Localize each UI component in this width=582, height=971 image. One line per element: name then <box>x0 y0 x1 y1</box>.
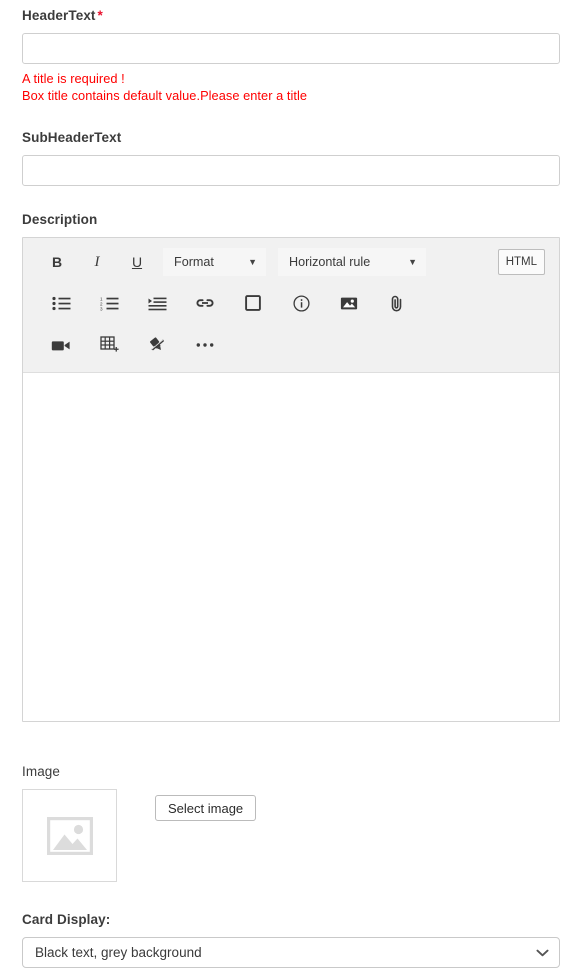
required-asterisk-icon: * <box>97 8 103 23</box>
description-field-group: Description B I U Format ▼ Horizontal ru… <box>22 212 560 722</box>
link-icon[interactable] <box>181 288 229 318</box>
box-icon[interactable] <box>229 288 277 318</box>
image-picker-row: Select image <box>22 789 560 882</box>
svg-text:3: 3 <box>100 306 103 311</box>
info-icon[interactable] <box>277 288 325 318</box>
header-text-label-text: HeaderText <box>22 8 96 23</box>
card-display-select[interactable]: Black text, grey background <box>22 937 560 968</box>
toolbar-row-3 <box>23 324 559 366</box>
header-text-input[interactable] <box>22 33 560 64</box>
header-text-label: HeaderText * <box>22 8 560 24</box>
insert-table-icon[interactable] <box>85 330 133 360</box>
chevron-down-icon: ▼ <box>248 256 257 267</box>
description-label: Description <box>22 212 98 227</box>
card-display-selected-value: Black text, grey background <box>35 945 202 960</box>
editor-content-area[interactable] <box>23 373 559 721</box>
numbered-list-icon[interactable]: 1 2 3 <box>85 288 133 318</box>
toolbar-row-1: B I U Format ▼ Horizontal rule ▼ HTML <box>23 242 559 282</box>
editor-toolbar: B I U Format ▼ Horizontal rule ▼ HTML 1 … <box>23 238 559 373</box>
image-label: Image <box>22 764 61 779</box>
horizontal-rule-dropdown[interactable]: Horizontal rule ▼ <box>278 248 426 276</box>
subheader-text-input[interactable] <box>22 155 560 186</box>
card-display-field-group: Card Display: Black text, grey backgroun… <box>22 912 560 968</box>
image-icon[interactable] <box>325 288 373 318</box>
italic-button[interactable]: I <box>77 247 117 277</box>
more-options-icon[interactable] <box>181 330 229 360</box>
indent-icon[interactable] <box>133 288 181 318</box>
underline-button[interactable]: U <box>117 247 157 277</box>
rich-text-editor: B I U Format ▼ Horizontal rule ▼ HTML 1 … <box>22 237 560 722</box>
card-display-select-wrap: Black text, grey background <box>22 937 560 968</box>
image-field-group: Image Select image <box>22 764 560 882</box>
image-thumbnail-preview[interactable] <box>22 789 117 882</box>
html-source-button[interactable]: HTML <box>497 249 545 275</box>
bold-button[interactable]: B <box>37 247 77 277</box>
subheader-text-field-group: SubHeaderText <box>22 130 560 186</box>
bullet-list-icon[interactable] <box>37 288 85 318</box>
remove-format-icon[interactable] <box>133 330 181 360</box>
validation-error-message: A title is required ! <box>22 71 125 86</box>
image-placeholder-icon <box>46 816 93 855</box>
horizontal-rule-dropdown-label: Horizontal rule <box>289 255 371 269</box>
card-display-label: Card Display: <box>22 912 111 927</box>
attachment-icon[interactable] <box>373 288 421 318</box>
select-image-button[interactable]: Select image <box>155 795 257 821</box>
header-text-error-list: A title is required ! Box title contains… <box>22 71 560 104</box>
form-page: HeaderText * A title is required ! Box ti… <box>0 0 582 971</box>
header-text-field-group: HeaderText * A title is required ! Box ti… <box>22 8 560 104</box>
subheader-text-label: SubHeaderText <box>22 130 122 145</box>
chevron-down-icon: ▼ <box>408 256 417 267</box>
format-dropdown-label: Format <box>174 255 214 269</box>
video-icon[interactable] <box>37 330 85 360</box>
toolbar-row-2: 1 2 3 <box>23 282 559 324</box>
format-dropdown[interactable]: Format ▼ <box>163 248 266 276</box>
validation-error-message: Box title contains default value.Please … <box>22 87 308 103</box>
